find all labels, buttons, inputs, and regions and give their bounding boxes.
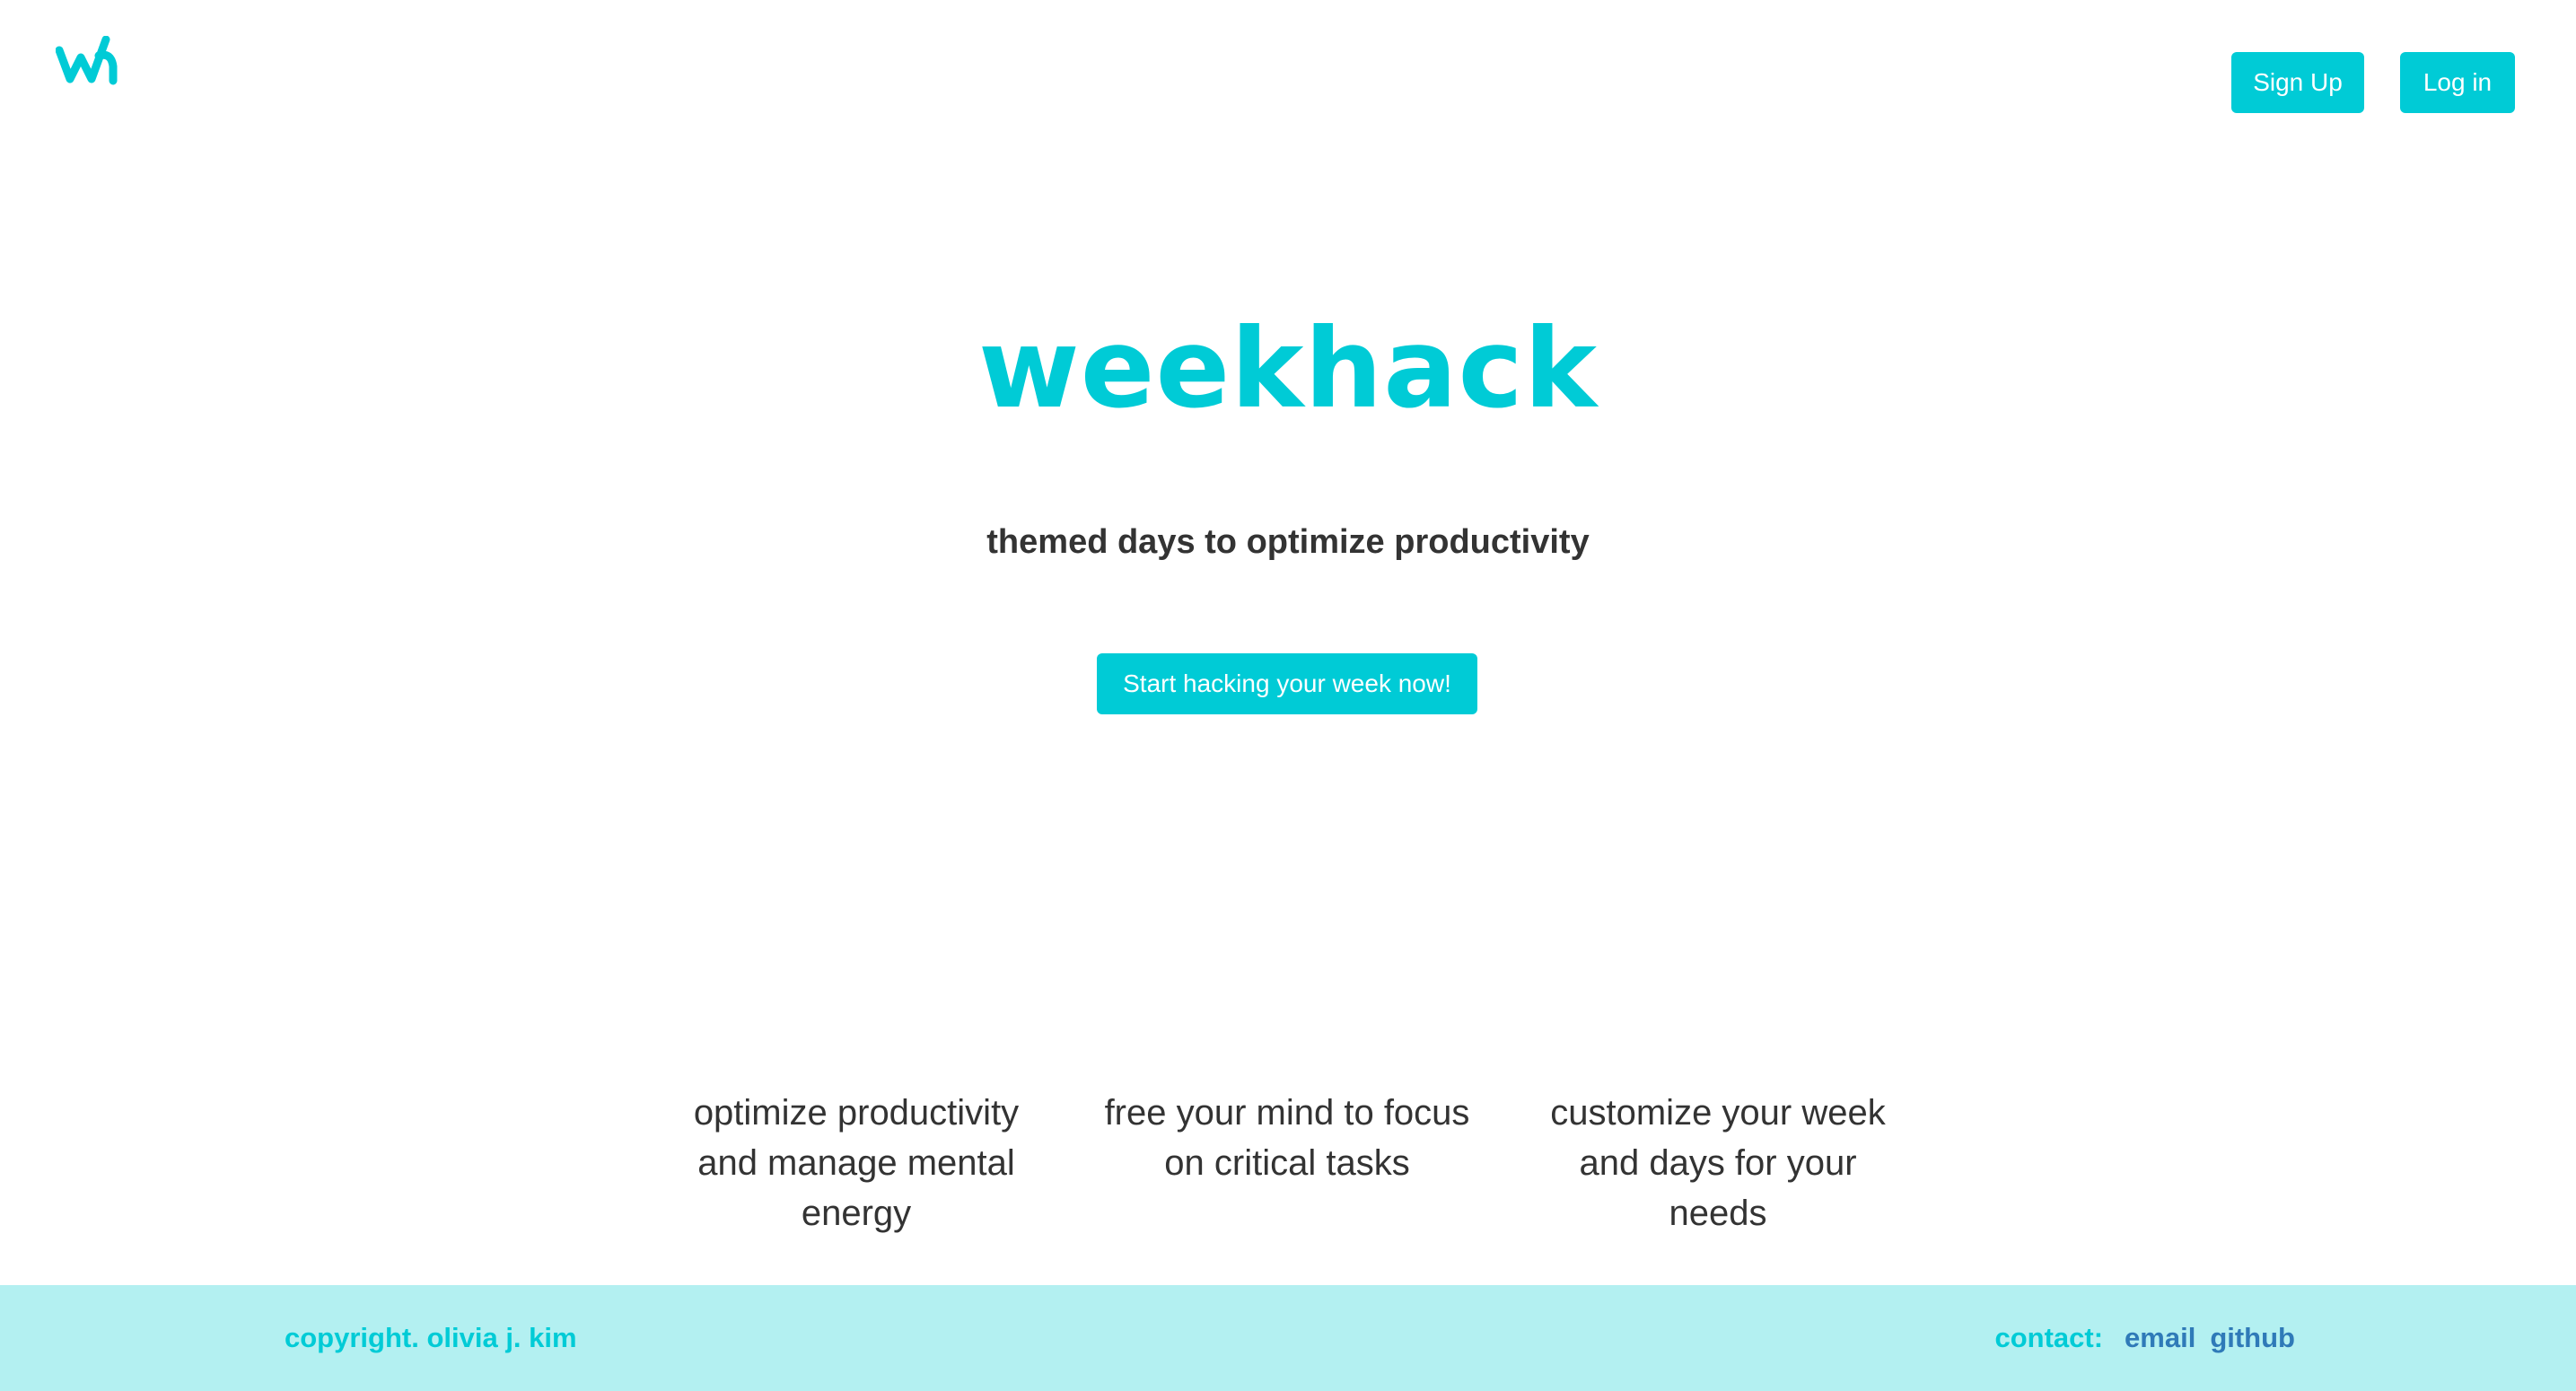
hero-subtitle: themed days to optimize productivity — [986, 523, 1590, 561]
github-link[interactable]: github — [2210, 1322, 2295, 1353]
hero-title: weekhack — [978, 305, 1598, 433]
contact-label: contact: — [1994, 1322, 2104, 1353]
start-hacking-button[interactable]: Start hacking your week now! — [1097, 653, 1477, 714]
footer-copyright: copyright. olivia j. kim — [285, 1322, 577, 1353]
logo[interactable] — [56, 36, 120, 86]
feature-item-focus: free your mind to focus on critical task… — [1104, 1093, 1470, 1183]
email-link[interactable]: email — [2125, 1322, 2195, 1353]
sign-up-button[interactable]: Sign Up — [2231, 52, 2364, 113]
footer: copyright. olivia j. kim contact: email gi… — [0, 1285, 2576, 1391]
log-in-button[interactable]: Log in — [2400, 52, 2515, 113]
feature-item-customize: customize your week and days for your ne… — [1550, 1093, 1886, 1233]
footer-contact: contact: email github — [1994, 1317, 2295, 1359]
feature-item-productivity: optimize productivity and manage mental … — [693, 1093, 1020, 1233]
wh-monogram-icon — [56, 36, 118, 85]
